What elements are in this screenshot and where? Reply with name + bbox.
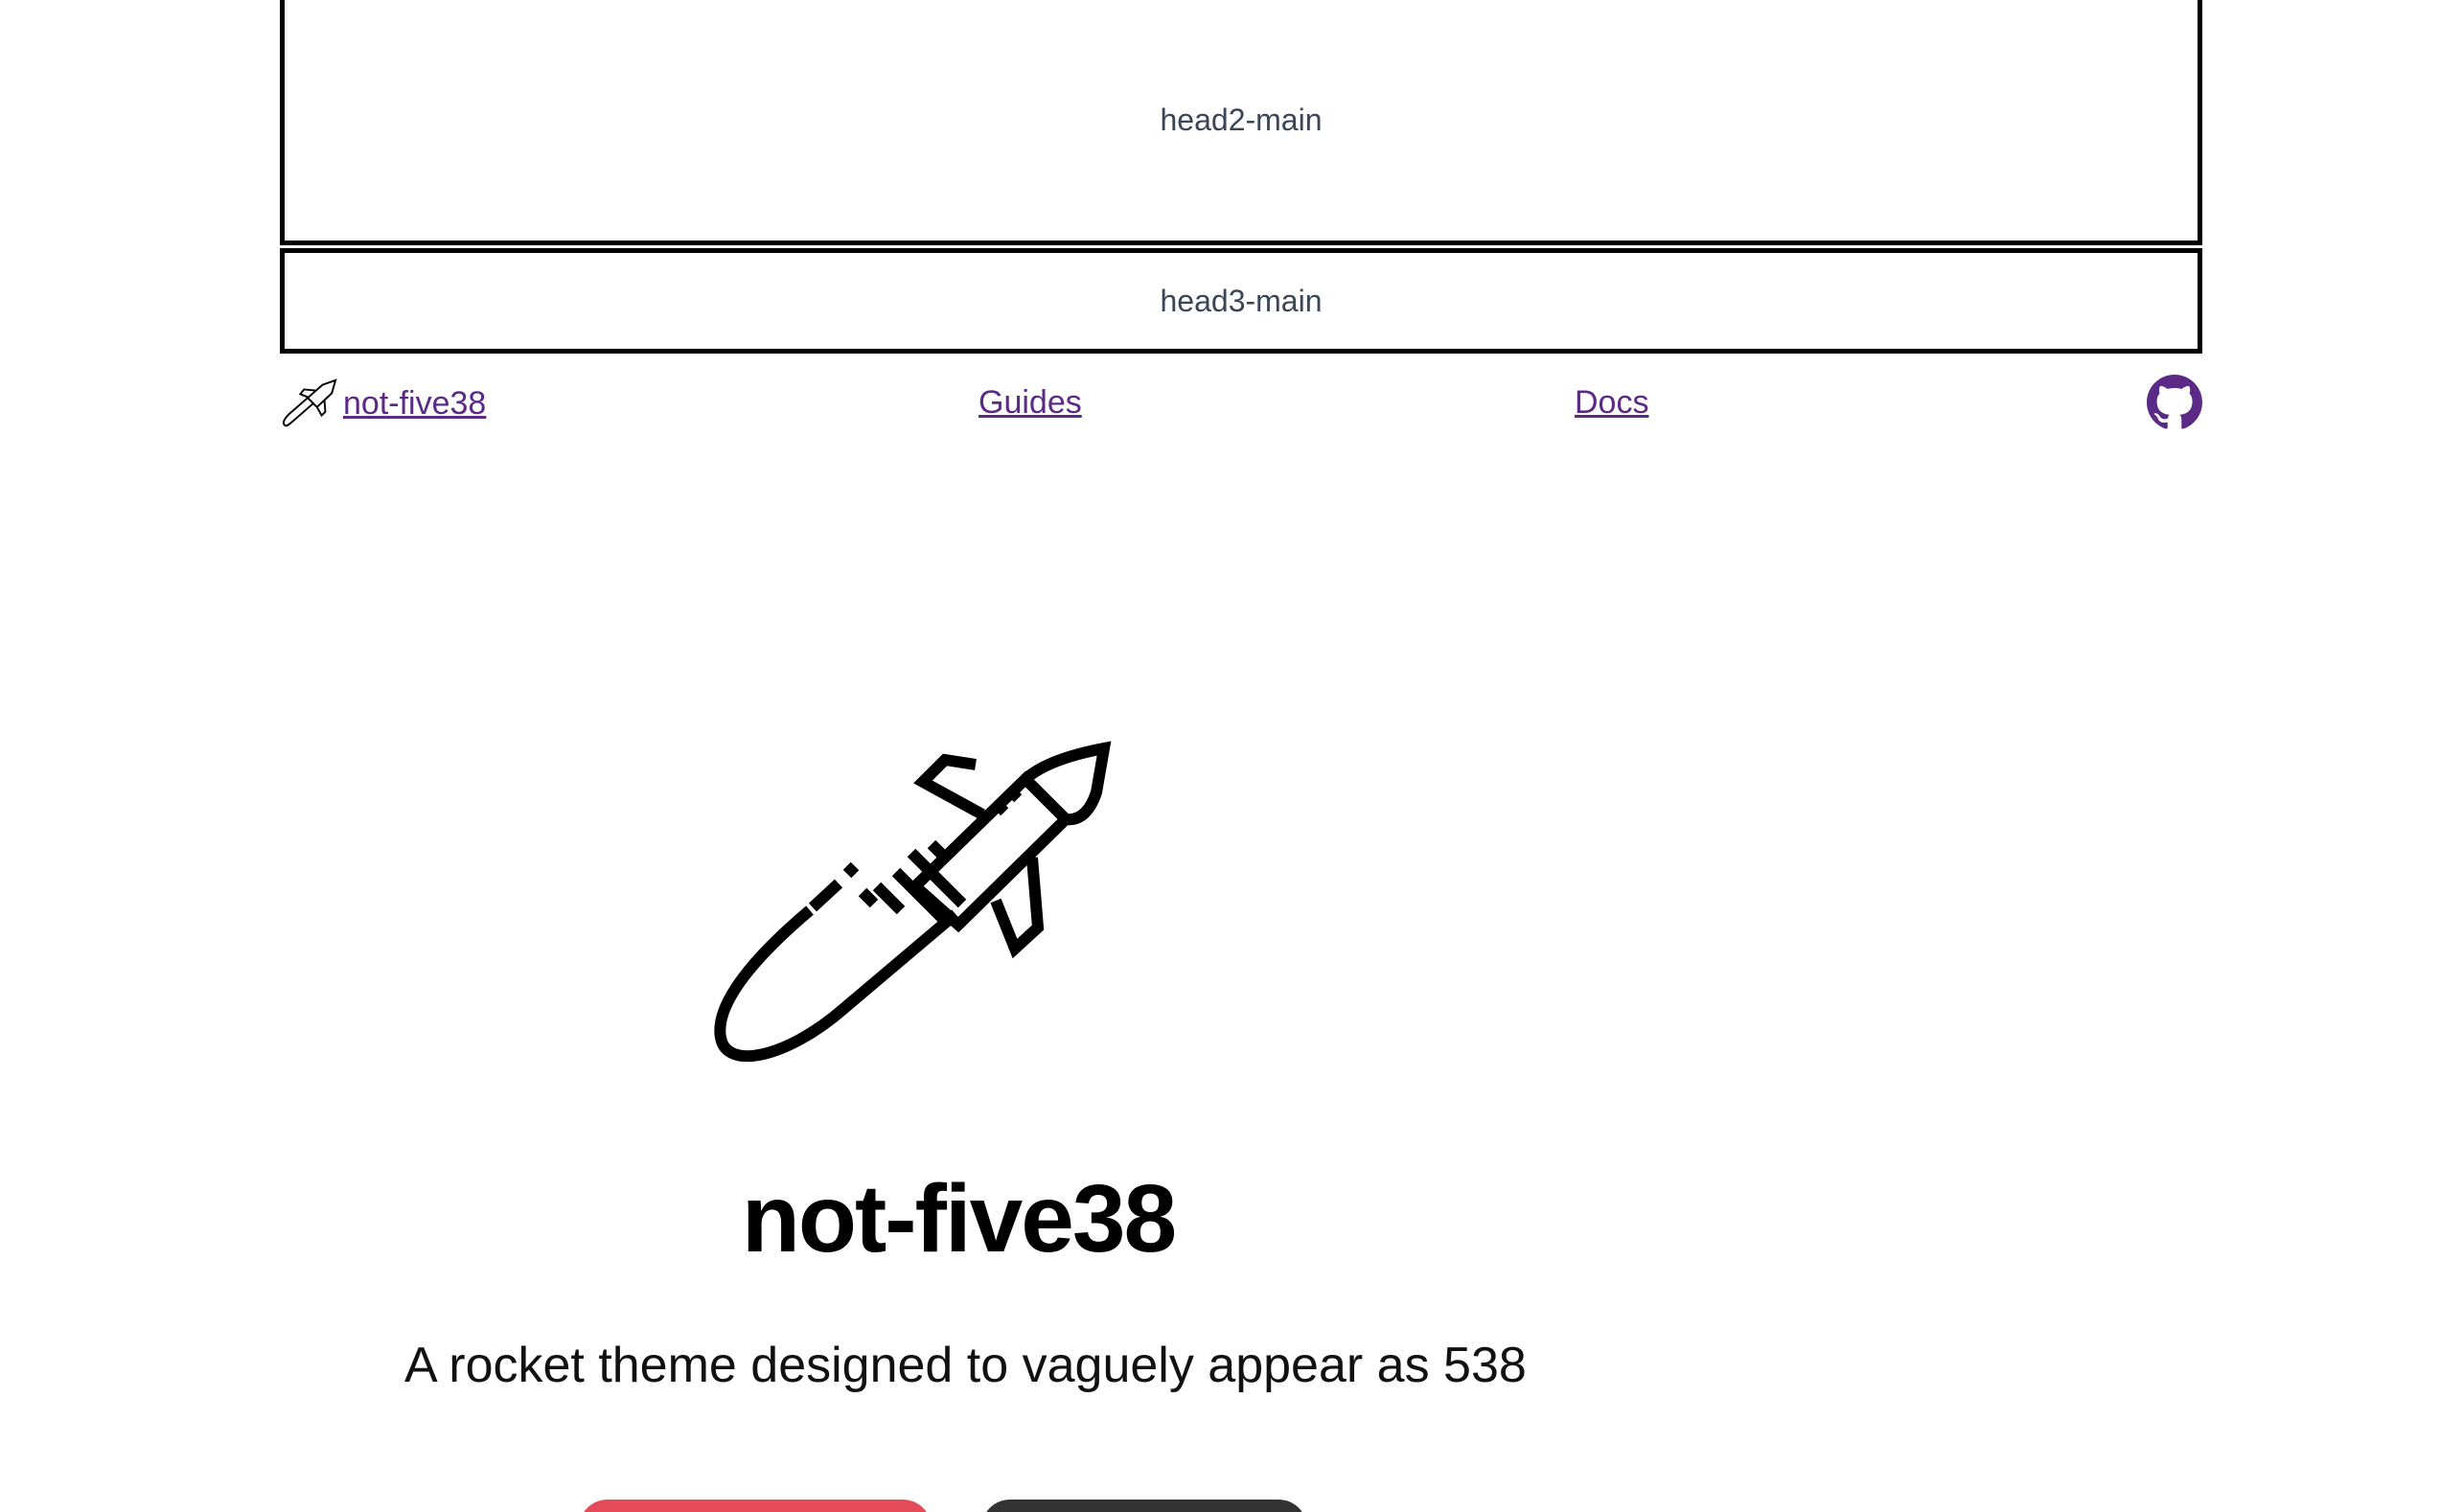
hero-title: not-five38 — [0, 1164, 1917, 1274]
head3-main-box: head3-main — [280, 248, 2202, 354]
head2-main-box: head2-main — [280, 0, 2202, 245]
hero-title-text: not-five38 — [741, 1165, 1177, 1272]
brand-link[interactable]: not-five38 — [280, 377, 486, 430]
rocket-icon — [283, 378, 337, 427]
github-icon[interactable] — [2147, 375, 2202, 430]
nav-link-guides[interactable]: Guides — [978, 384, 1082, 422]
nav-link-docs[interactable]: Docs — [1575, 384, 1648, 422]
secondary-button[interactable] — [981, 1500, 1307, 1512]
page: head2-main head3-main not-five38 Guides … — [0, 0, 2463, 1512]
brand-label: not-five38 — [343, 384, 487, 422]
hero-rocket-icon — [714, 741, 1112, 1063]
hero-subtitle: A rocket theme designed to vaguely appea… — [404, 1338, 1527, 1393]
primary-button[interactable] — [579, 1500, 932, 1512]
head2-label: head2-main — [1160, 102, 1323, 137]
navbar: not-five38 Guides Docs — [280, 369, 2202, 436]
head3-label: head3-main — [1160, 283, 1323, 318]
